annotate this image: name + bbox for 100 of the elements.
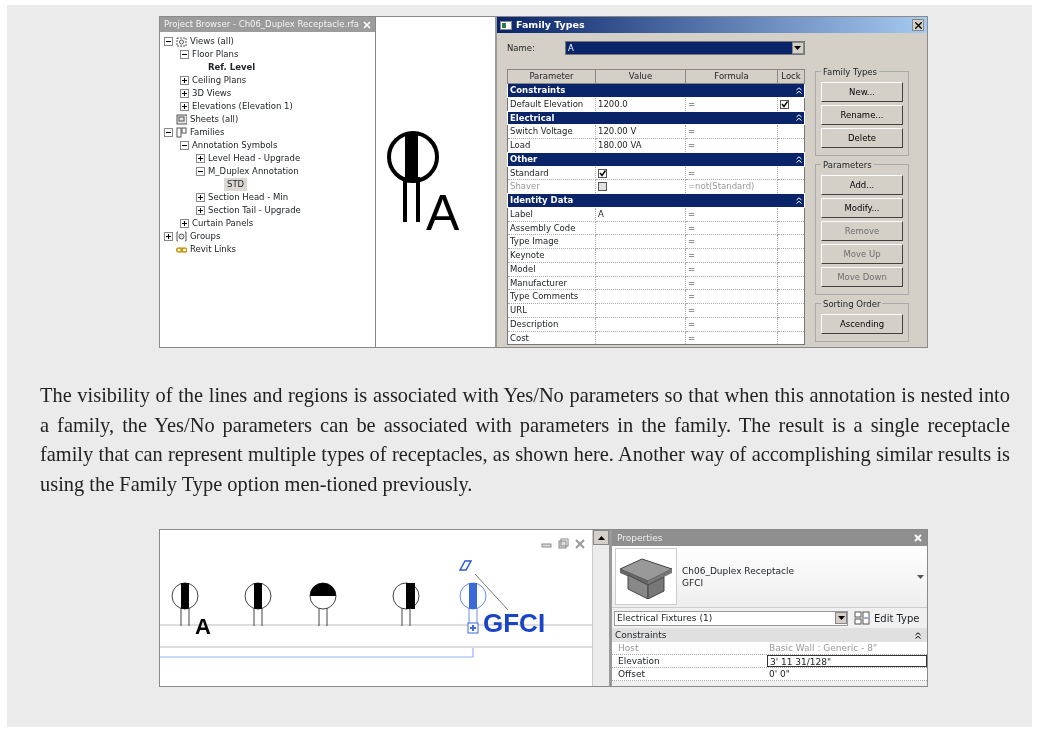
parameter-cell: Label <box>507 207 596 221</box>
tree-item[interactable]: STD <box>224 178 248 191</box>
collapse-toggle[interactable] <box>164 128 173 137</box>
collapse-icon[interactable] <box>796 86 802 94</box>
tree-item[interactable]: Section Tail - Upgrade <box>208 204 301 217</box>
restore-icon[interactable] <box>558 538 569 549</box>
expand-toggle[interactable] <box>164 232 173 241</box>
tree-item[interactable]: Elevations (Elevation 1) <box>192 100 293 113</box>
group-title: Other <box>510 152 538 166</box>
receptacle-symbol-drawing[interactable] <box>392 582 420 627</box>
collapse-icon[interactable] <box>796 196 802 204</box>
expand-toggle[interactable] <box>180 76 189 85</box>
tree-item[interactable]: Ref. Level <box>208 61 256 74</box>
tree-item[interactable]: Families <box>190 126 225 139</box>
collapse-icon[interactable] <box>796 155 802 163</box>
formula-cell[interactable]: = <box>685 207 778 221</box>
tree-item[interactable]: Floor Plans <box>192 48 239 61</box>
type-tag-label: A <box>195 614 211 640</box>
column-header[interactable]: Formula <box>685 69 778 84</box>
dialog-button[interactable]: Add... <box>821 175 903 195</box>
formula-cell[interactable]: = <box>685 317 778 331</box>
parameter-cell: Manufacturer <box>507 276 596 290</box>
formula-cell[interactable]: = <box>685 221 778 235</box>
column-header[interactable]: Lock <box>777 69 805 84</box>
tree-item[interactable]: Ceiling Plans <box>192 74 247 87</box>
tree-item[interactable]: Views (all) <box>190 35 234 48</box>
dialog-button[interactable]: Rename... <box>821 105 903 125</box>
expand-toggle[interactable] <box>180 219 189 228</box>
expand-toggle[interactable] <box>196 193 205 202</box>
expand-toggle[interactable] <box>180 89 189 98</box>
tree-item[interactable]: Revit Links <box>190 243 236 256</box>
parameter-cell: Cost <box>507 331 596 345</box>
parameter-cell: Keynote <box>507 248 596 263</box>
tree-item[interactable]: Curtain Panels <box>192 217 254 230</box>
close-icon[interactable] <box>575 539 585 550</box>
dialog-button[interactable]: Ascending <box>821 314 903 334</box>
tree-item[interactable]: Sheets (all) <box>190 113 239 126</box>
collapse-toggle[interactable] <box>180 141 189 150</box>
expand-toggle[interactable] <box>196 154 205 163</box>
name-dropdown[interactable]: A <box>564 41 805 55</box>
leader-line <box>474 573 509 611</box>
receptacle-symbol-drawing[interactable] <box>309 582 337 627</box>
formula-cell[interactable]: = <box>685 234 778 249</box>
tree-item[interactable]: Annotation Symbols <box>192 139 278 152</box>
type-name: GFCI <box>682 576 705 589</box>
receptacle-symbol-drawing[interactable] <box>244 582 272 627</box>
parameter-cell: Model <box>507 262 596 276</box>
dialog-button[interactable]: Modify... <box>821 198 903 218</box>
formula-cell[interactable]: = <box>685 289 778 304</box>
dropdown-arrow-icon <box>837 616 845 621</box>
collapse-toggle[interactable] <box>180 50 189 59</box>
property-input-field[interactable]: 3' 11 31/128" <box>767 655 927 668</box>
name-label: Name: <box>507 41 535 55</box>
collapse-icon[interactable] <box>796 114 802 122</box>
group-header[interactable]: Identity Data <box>507 193 805 208</box>
formula-cell[interactable]: = <box>685 262 778 276</box>
parameter-cell: Description <box>507 317 596 331</box>
property-value: Basic Wall : Generic - 8" <box>768 642 879 655</box>
property-value: 0' 0" <box>768 668 791 681</box>
column-header[interactable]: Value <box>595 69 686 84</box>
dialog-button[interactable]: New... <box>821 82 903 102</box>
tree-item[interactable]: Level Head - Upgrade <box>208 152 301 165</box>
expand-toggle[interactable] <box>180 102 189 111</box>
group-header[interactable]: Electrical <box>507 111 805 125</box>
checkbox[interactable] <box>598 168 607 178</box>
panel-title: Properties <box>617 531 663 545</box>
panel-title: Project Browser - Ch06_Duplex Receptacle.rfa <box>164 18 359 31</box>
parameter-cell: Switch Voltage <box>507 124 596 139</box>
parameter-cell: Assembly Code <box>507 221 596 235</box>
collapse-icon <box>915 631 921 639</box>
tree-item[interactable]: M_Duplex Annotation <box>208 165 299 178</box>
collapse-toggle[interactable] <box>196 167 205 176</box>
dropdown-arrow-icon <box>794 46 802 50</box>
tree-item[interactable]: 3D Views <box>192 87 232 100</box>
group-header[interactable]: Other <box>507 152 805 166</box>
formula-cell[interactable]: = <box>685 166 778 180</box>
flip-control-icon[interactable] <box>458 560 473 572</box>
edit-type-button[interactable]: Edit Type <box>854 610 920 626</box>
body-paragraph: The visibility of the lines and regions is associated with Yes/No parameters so that when this annotation is nested into a family, the Yes/No parameters can be associated with parameters in the family. The result is a single receptacle family that can represent multiple types of receptacles, as shown here. Another way of accomplishing similar results is using the Family Type option men-tioned previously. <box>40 383 1010 498</box>
checkbox[interactable] <box>780 99 789 109</box>
dialog-button[interactable]: Delete <box>821 128 903 148</box>
close-button[interactable] <box>912 19 924 31</box>
tree-item[interactable]: Groups <box>190 230 221 243</box>
formula-cell[interactable]: = <box>685 303 778 318</box>
scroll-up-button[interactable] <box>593 530 609 546</box>
formula-cell[interactable]: = <box>685 248 778 263</box>
formula-cell[interactable]: = <box>685 276 778 290</box>
column-header[interactable]: Parameter <box>507 69 596 84</box>
category-dropdown[interactable]: Electrical Fixtures (1) <box>614 610 848 626</box>
family-icon <box>176 127 187 138</box>
value-cell: 120.00 V <box>595 124 686 139</box>
collapse-toggle[interactable] <box>164 37 173 46</box>
section-header[interactable]: Constraints <box>612 628 927 643</box>
expand-toggle[interactable] <box>196 206 205 215</box>
parameter-cell: Type Image <box>507 234 596 249</box>
group-label: Sorting Order <box>821 298 883 311</box>
dropdown-arrow-icon[interactable] <box>917 574 924 579</box>
tree-item[interactable]: Section Head - Min <box>208 191 289 204</box>
formula-cell[interactable]: = <box>685 124 778 139</box>
parameter-cell: URL <box>507 303 596 318</box>
